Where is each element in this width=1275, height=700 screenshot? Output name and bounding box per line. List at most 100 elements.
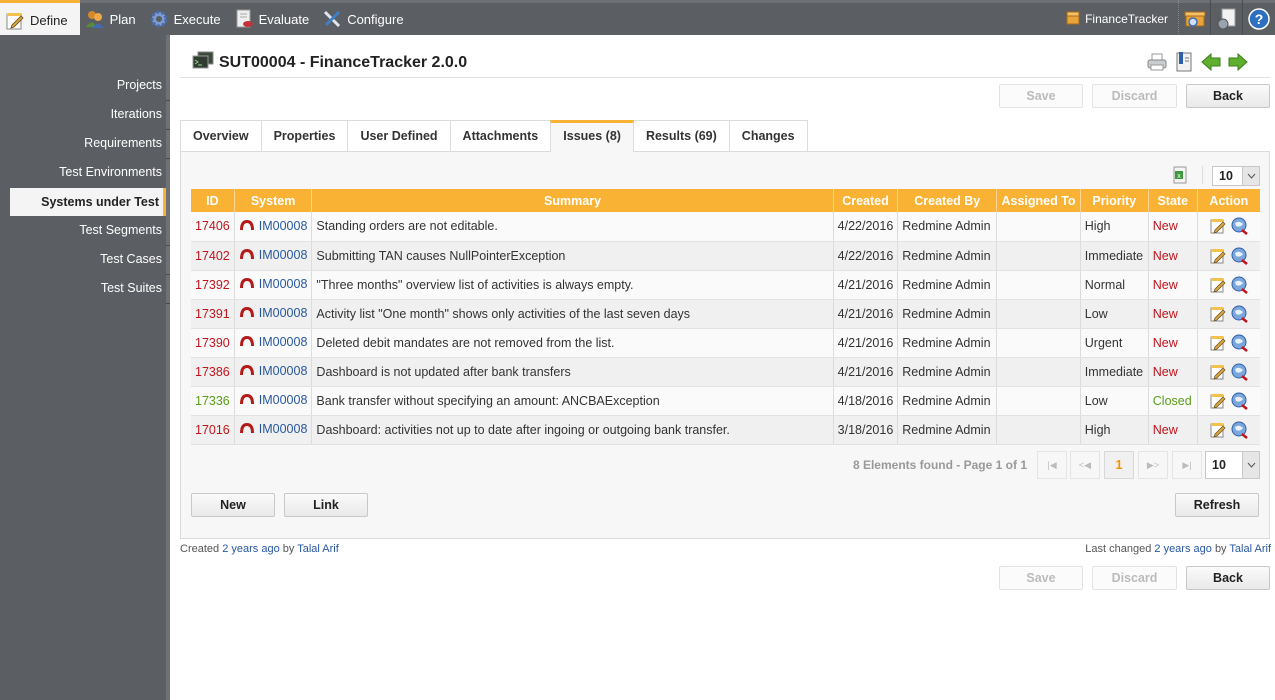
previous-arrow-icon[interactable] bbox=[1200, 51, 1222, 73]
sidebar-item-test-segments[interactable]: Test Segments bbox=[79, 223, 162, 237]
issue-id[interactable]: 17390 bbox=[191, 328, 235, 358]
table-row[interactable]: 17336 IM00008 Bank transfer without specif… bbox=[191, 386, 1260, 416]
issue-id[interactable]: 17406 bbox=[191, 212, 235, 242]
link-issue-button[interactable]: Link bbox=[284, 493, 368, 517]
page-size-select-bottom[interactable]: 10 bbox=[1205, 451, 1260, 479]
tab-results[interactable]: Results (69) bbox=[632, 120, 730, 151]
new-issue-button[interactable]: New bbox=[191, 493, 275, 517]
view-issue-icon[interactable] bbox=[1231, 217, 1249, 236]
changed-time-link[interactable]: 2 years ago bbox=[1154, 543, 1211, 555]
pager-prev-button[interactable]: <◀ bbox=[1070, 451, 1100, 479]
issue-system-link[interactable]: IM00008 bbox=[259, 393, 308, 407]
edit-icon[interactable] bbox=[1209, 392, 1227, 410]
issue-system-link[interactable]: IM00008 bbox=[259, 422, 308, 436]
menu-configure[interactable]: Configure bbox=[317, 0, 411, 38]
issue-id[interactable]: 17391 bbox=[191, 299, 235, 329]
sidebar-item-systems-under-test[interactable]: Systems under Test bbox=[10, 188, 166, 216]
table-row[interactable]: 17016 IM00008 Dashboard: activities not up… bbox=[191, 415, 1260, 445]
page-size-select-top[interactable]: 10 bbox=[1212, 166, 1260, 186]
print-icon[interactable] bbox=[1146, 51, 1168, 73]
tab-properties[interactable]: Properties bbox=[260, 120, 349, 151]
col-id[interactable]: ID bbox=[191, 189, 235, 212]
menu-evaluate[interactable]: Evaluate bbox=[229, 0, 318, 38]
issue-id[interactable]: 17392 bbox=[191, 270, 235, 300]
issue-id[interactable]: 17016 bbox=[191, 415, 235, 445]
svg-text:?: ? bbox=[1255, 11, 1264, 27]
col-state[interactable]: State bbox=[1148, 189, 1198, 212]
table-row[interactable]: 17391 IM00008 Activity list "One month" sh… bbox=[191, 299, 1260, 329]
issue-system-link[interactable]: IM00008 bbox=[259, 277, 308, 291]
tab-overview[interactable]: Overview bbox=[180, 120, 262, 151]
back-button[interactable]: Back bbox=[1186, 84, 1270, 108]
next-arrow-icon[interactable] bbox=[1227, 51, 1249, 73]
excel-export-icon[interactable]: x bbox=[1171, 166, 1189, 184]
view-issue-icon[interactable] bbox=[1231, 421, 1249, 439]
edit-icon[interactable] bbox=[1209, 217, 1227, 235]
col-created-by[interactable]: Created By bbox=[897, 189, 998, 212]
issue-system-link[interactable]: IM00008 bbox=[259, 364, 308, 378]
issue-system-link[interactable]: IM00008 bbox=[259, 306, 308, 320]
issue-id[interactable]: 17386 bbox=[191, 357, 235, 387]
view-issue-icon[interactable] bbox=[1231, 334, 1249, 352]
col-summary[interactable]: Summary bbox=[311, 189, 834, 212]
pager-next-button[interactable]: ▶> bbox=[1138, 451, 1168, 479]
issue-system-link[interactable]: IM00008 bbox=[259, 219, 308, 233]
menu-plan[interactable]: Plan bbox=[80, 0, 144, 38]
table-row[interactable]: 17406 IM00008 Standing orders are not edit… bbox=[191, 212, 1260, 242]
view-issue-icon[interactable] bbox=[1231, 305, 1249, 323]
refresh-button[interactable]: Refresh bbox=[1175, 493, 1259, 517]
table-row[interactable]: 17386 IM00008 Dashboard is not updated aft… bbox=[191, 357, 1260, 387]
col-created[interactable]: Created bbox=[833, 189, 899, 212]
pager-last-button[interactable]: ▶| bbox=[1172, 451, 1202, 479]
project-name: FinanceTracker bbox=[1085, 12, 1168, 26]
tab-changes[interactable]: Changes bbox=[728, 120, 808, 151]
table-row[interactable]: 17392 IM00008 "Three months" overview list… bbox=[191, 270, 1260, 300]
tab-attachments[interactable]: Attachments bbox=[449, 120, 552, 151]
sidebar-item-requirements[interactable]: Requirements bbox=[84, 136, 162, 150]
help-icon[interactable]: ? bbox=[1243, 0, 1275, 38]
project-search-icon[interactable] bbox=[1179, 0, 1211, 38]
save-button-bottom[interactable]: Save bbox=[999, 566, 1083, 590]
pager-first-button[interactable]: |◀ bbox=[1037, 451, 1067, 479]
view-issue-icon[interactable] bbox=[1231, 247, 1249, 265]
discard-button[interactable]: Discard bbox=[1092, 84, 1177, 108]
col-system[interactable]: System bbox=[234, 189, 313, 212]
edit-icon[interactable] bbox=[1209, 276, 1227, 294]
edit-icon[interactable] bbox=[1209, 363, 1227, 381]
sidebar-item-iterations[interactable]: Iterations bbox=[111, 107, 162, 121]
created-time-link[interactable]: 2 years ago bbox=[222, 543, 279, 555]
sidebar-item-test-suites[interactable]: Test Suites bbox=[101, 281, 162, 295]
back-button-bottom[interactable]: Back bbox=[1186, 566, 1270, 590]
issue-id[interactable]: 17336 bbox=[191, 386, 235, 416]
save-button[interactable]: Save bbox=[999, 84, 1083, 108]
changed-user-link[interactable]: Talal Arif bbox=[1229, 543, 1271, 555]
sidebar-item-projects[interactable]: Projects bbox=[117, 78, 162, 92]
edit-icon[interactable] bbox=[1209, 247, 1227, 265]
issue-id[interactable]: 17402 bbox=[191, 241, 235, 271]
col-assigned-to[interactable]: Assigned To bbox=[996, 189, 1081, 212]
bookmark-document-icon[interactable] bbox=[1173, 51, 1195, 73]
view-issue-icon[interactable] bbox=[1231, 363, 1249, 381]
discard-button-bottom[interactable]: Discard bbox=[1092, 566, 1177, 590]
edit-icon[interactable] bbox=[1209, 421, 1227, 439]
report-schedule-icon[interactable] bbox=[1211, 0, 1243, 38]
table-row[interactable]: 17390 IM00008 Deleted debit mandates are n… bbox=[191, 328, 1260, 358]
sidebar-item-test-environments[interactable]: Test Environments bbox=[59, 165, 162, 179]
project-selector[interactable]: FinanceTracker bbox=[1056, 0, 1179, 38]
issue-priority: Low bbox=[1080, 386, 1149, 416]
issue-system-link[interactable]: IM00008 bbox=[259, 335, 308, 349]
view-issue-icon[interactable] bbox=[1231, 392, 1249, 410]
sidebar-item-test-cases[interactable]: Test Cases bbox=[100, 252, 162, 266]
view-issue-icon[interactable] bbox=[1231, 276, 1249, 294]
tab-user-defined[interactable]: User Defined bbox=[347, 120, 451, 151]
tab-issues[interactable]: Issues (8) bbox=[550, 120, 634, 152]
table-row[interactable]: 17402 IM00008 Submitting TAN causes NullPo… bbox=[191, 241, 1260, 271]
issue-system-link[interactable]: IM00008 bbox=[259, 248, 308, 262]
pager-current-page[interactable]: 1 bbox=[1104, 451, 1134, 479]
menu-define[interactable]: Define bbox=[0, 0, 80, 38]
menu-execute[interactable]: Execute bbox=[144, 0, 229, 38]
created-user-link[interactable]: Talal Arif bbox=[297, 543, 339, 555]
col-priority[interactable]: Priority bbox=[1080, 189, 1149, 212]
edit-icon[interactable] bbox=[1209, 305, 1227, 323]
edit-icon[interactable] bbox=[1209, 334, 1227, 352]
